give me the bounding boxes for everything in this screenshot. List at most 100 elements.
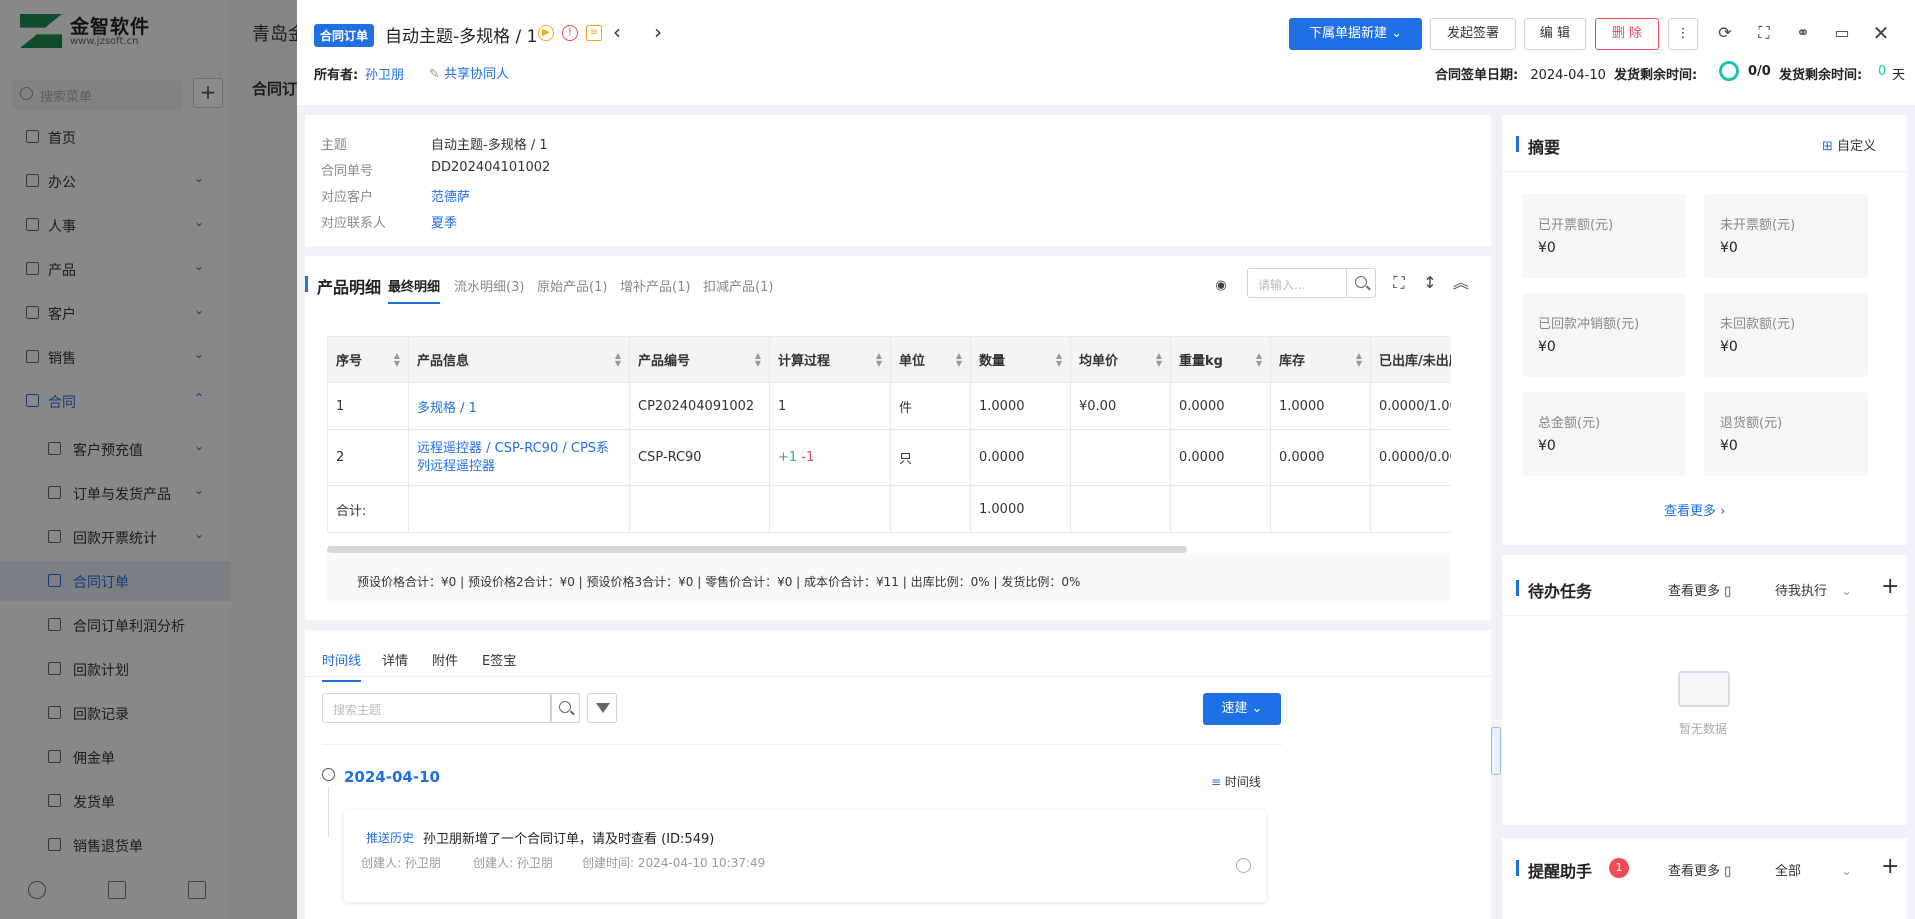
next-icon[interactable]: › <box>654 20 662 44</box>
list-icon: ≡ <box>1211 775 1225 789</box>
modal-overlay[interactable] <box>0 0 297 919</box>
more-icon[interactable]: ⋮ <box>1668 18 1698 50</box>
expand-icon[interactable]: ⛶ <box>1390 274 1408 292</box>
calc-plus: +1 <box>778 450 798 465</box>
close-icon[interactable]: ✕ <box>1872 23 1890 43</box>
reminder-title: 提醒助手 <box>1528 862 1593 881</box>
summary-more-link[interactable]: 查看更多 › <box>1664 500 1725 519</box>
panel-collapse-handle[interactable] <box>1491 727 1501 775</box>
contact-link[interactable]: 夏季 <box>431 212 457 231</box>
reminder-more-link[interactable]: 查看更多 ▯ <box>1668 860 1731 879</box>
cell-code: CP202404091002 <box>629 382 770 430</box>
fullscreen-icon[interactable]: ⛶ <box>1755 24 1773 42</box>
todo-title: 待办任务 <box>1528 582 1593 601</box>
col-header[interactable]: 重量kg ▲ ▼ <box>1170 336 1271 383</box>
col-header[interactable]: 计算过程 ▲ ▼ <box>769 336 891 383</box>
col-label: 已出库/未出库 <box>1379 354 1451 369</box>
col-header[interactable]: 已出库/未出库 <box>1370 336 1451 383</box>
product-search-input[interactable]: 请输入... <box>1247 268 1347 298</box>
timeline-search-input[interactable]: 搜索主题 <box>322 693 552 723</box>
tab-esign[interactable]: E签宝 <box>482 650 516 669</box>
horizontal-scrollbar[interactable] <box>327 546 1187 553</box>
cell-empty <box>1170 485 1271 533</box>
window-icon[interactable]: ▭ <box>1833 24 1851 42</box>
cell-weight: 0.0000 <box>1170 382 1271 430</box>
cell-empty <box>629 485 770 533</box>
col-header[interactable]: 产品信息 ▲ ▼ <box>408 336 630 383</box>
resize-icon[interactable]: ↕ <box>1421 274 1439 292</box>
stat-value: ¥0 <box>1538 240 1556 256</box>
todo-filter-select[interactable]: 待我执行 ⌄ <box>1775 580 1852 599</box>
col-header[interactable]: 数量 ▲ ▼ <box>970 336 1071 383</box>
tab-details[interactable]: 详情 <box>382 650 408 669</box>
link-icon[interactable]: ⚭ <box>1794 24 1812 42</box>
add-reminder-button[interactable]: + <box>1881 854 1899 879</box>
clock-icon <box>322 768 335 781</box>
tab-final[interactable]: 最终明细 <box>388 276 441 304</box>
col-header[interactable]: 均单价 ▲ ▼ <box>1070 336 1171 383</box>
grid-icon: ⊞ <box>1822 139 1838 154</box>
tab-timeline[interactable]: 时间线 <box>322 650 362 682</box>
cell-no: 1 <box>327 382 409 430</box>
reminder-panel: 提醒助手 1 查看更多 ▯ 全部 ⌄ + <box>1502 838 1907 919</box>
note-icon[interactable]: ≡ <box>586 25 602 41</box>
add-todo-button[interactable]: + <box>1881 574 1899 599</box>
sign-date-label: 合同签单日期: <box>1435 68 1519 83</box>
cell-code: CSP-RC90 <box>629 429 770 486</box>
timeline-view-toggle[interactable]: ≡ 时间线 <box>1211 773 1261 790</box>
owner-value[interactable]: 孙卫朋 <box>365 64 404 83</box>
comment-icon[interactable] <box>1236 858 1251 873</box>
cell-stock: 0.0000 <box>1270 429 1371 486</box>
col-header[interactable]: 序号 ▲ ▼ <box>327 336 409 383</box>
col-label: 序号 <box>336 354 363 369</box>
ship-days: 0 <box>1878 64 1887 79</box>
settings-icon[interactable]: ◉ <box>1212 277 1230 295</box>
col-label: 计算过程 <box>778 354 831 369</box>
play-icon[interactable]: ▶ <box>538 25 554 41</box>
entry-creator: 创建人: 孙卫朋 <box>361 856 441 870</box>
customer-link[interactable]: 范德萨 <box>431 186 470 205</box>
col-header[interactable]: 产品编号 ▲ ▼ <box>629 336 770 383</box>
entry-tag[interactable]: 推送历史 <box>366 829 414 846</box>
product-link[interactable]: 多规格 / 1 <box>408 382 630 430</box>
section-accent <box>1516 136 1519 152</box>
tab-deducted[interactable]: 扣减产品(1) <box>703 276 773 295</box>
col-header[interactable]: 库存 ▲ ▼ <box>1270 336 1371 383</box>
collapse-up-icon[interactable]: ︽ <box>1452 274 1470 292</box>
chevron-down-icon: ⌄ <box>1391 26 1403 41</box>
sign-date-value: 2024-04-10 <box>1530 68 1606 83</box>
product-link[interactable]: 远程遥控器 / CSP-RC90 / CPS系列远程遥控器 <box>408 429 630 486</box>
reminder-filter-select[interactable]: 全部 ⌄ <box>1775 860 1852 879</box>
tab-original[interactable]: 原始产品(1) <box>537 276 607 295</box>
col-label: 重量kg <box>1179 354 1223 369</box>
total-qty: 1.0000 <box>970 485 1071 533</box>
todo-more-link[interactable]: 查看更多 ▯ <box>1668 580 1731 599</box>
filter-icon[interactable] <box>587 693 617 723</box>
customize-button[interactable]: ⊞ 自定义 <box>1822 135 1876 154</box>
edit-button[interactable]: 编 辑 <box>1524 18 1586 50</box>
new-sub-doc-button[interactable]: 下属单据新建 ⌄ <box>1289 18 1422 50</box>
col-header[interactable]: 单位 ▲ ▼ <box>890 336 971 383</box>
todo-more-label: 查看更多 <box>1668 584 1721 599</box>
tab-attachments[interactable]: 附件 <box>432 650 458 669</box>
alert-icon[interactable]: ! <box>562 25 578 41</box>
refresh-icon[interactable]: ⟳ <box>1716 24 1734 42</box>
sort-icon: ▲ ▼ <box>1255 351 1262 368</box>
entry-creator-2: 创建人: 孙卫朋 <box>473 856 553 870</box>
stat-label: 总金额(元) <box>1538 416 1601 431</box>
tab-flow[interactable]: 流水明细(3) <box>454 276 524 295</box>
col-label: 单位 <box>899 354 926 369</box>
timeline-search-button[interactable] <box>550 693 580 723</box>
product-search-button[interactable] <box>1346 268 1376 298</box>
share-collaborators-link[interactable]: ✎ 共享协同人 <box>429 63 509 82</box>
empty-inbox-icon <box>1678 671 1730 707</box>
start-sign-button[interactable]: 发起签署 <box>1430 18 1516 50</box>
delete-button[interactable]: 删 除 <box>1595 18 1659 50</box>
info-key: 合同单号 <box>321 164 374 179</box>
prev-icon[interactable]: ‹ <box>613 20 621 44</box>
quick-create-button[interactable]: 速建 ⌄ <box>1203 693 1281 725</box>
stat-label: 未回款额(元) <box>1720 317 1796 332</box>
tab-added[interactable]: 增补产品(1) <box>620 276 690 295</box>
ship-ratio: 0/0 <box>1748 64 1771 79</box>
info-value: 自动主题-多规格 / 1 <box>431 138 548 153</box>
